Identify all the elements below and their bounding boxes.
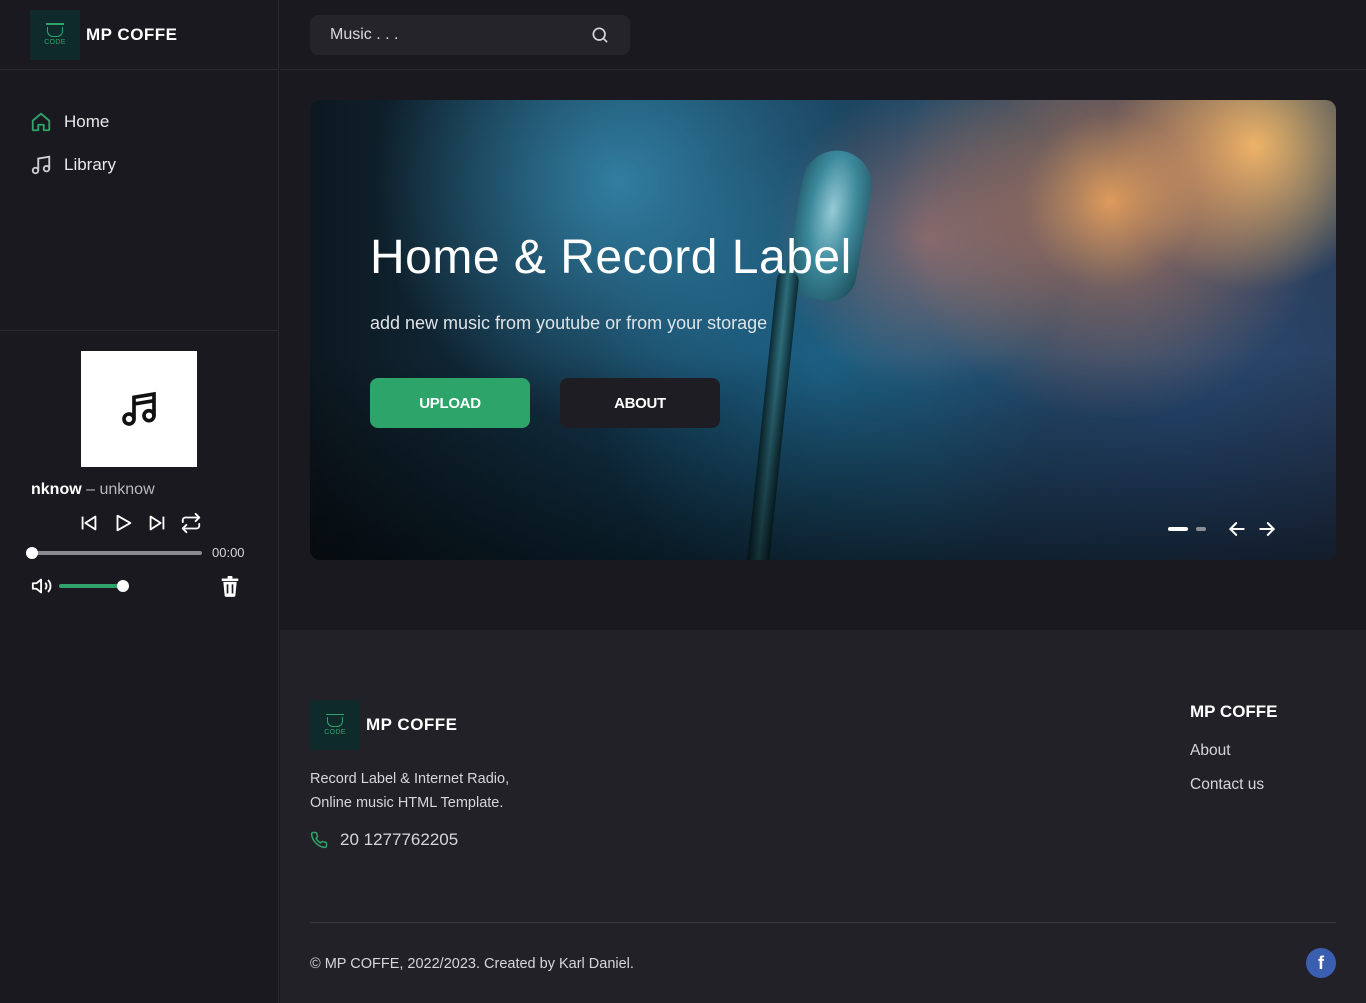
- volume-icon[interactable]: [31, 575, 53, 597]
- mini-player: nknow – unknow 00:00: [0, 330, 279, 598]
- player-controls: [77, 511, 279, 535]
- footer-desc-line: Record Label & Internet Radio,: [310, 771, 510, 787]
- app: CODE MP COFFE Home Library nknow – unkno…: [0, 0, 1366, 1003]
- hero-content: Home & Record Label add new music from y…: [370, 230, 852, 428]
- next-button[interactable]: [145, 511, 169, 535]
- sidebar-item-label: Library: [64, 154, 116, 174]
- footer-description: Record Label & Internet Radio, Online mu…: [310, 767, 509, 815]
- logo-text: CODE: [44, 38, 66, 46]
- seek-slider[interactable]: [26, 546, 202, 559]
- next-slide-button[interactable]: [1256, 518, 1278, 540]
- logo: CODE: [310, 700, 360, 750]
- upload-button[interactable]: UPLOAD: [370, 378, 530, 428]
- cup-icon: [46, 23, 64, 25]
- play-icon: [116, 514, 132, 532]
- topbar: [280, 0, 1366, 70]
- slider-controls: [1168, 518, 1278, 540]
- logo: CODE: [30, 9, 80, 60]
- sidebar: CODE MP COFFE Home Library nknow – unkno…: [0, 0, 279, 1003]
- about-button[interactable]: ABOUT: [560, 378, 720, 428]
- seek-knob[interactable]: [26, 546, 38, 559]
- footer-desc-line: Online music HTML Template.: [310, 795, 504, 811]
- hero-title: Home & Record Label: [370, 231, 852, 284]
- search-box[interactable]: [310, 14, 630, 55]
- prev-slide-button[interactable]: [1226, 518, 1248, 540]
- logo-text: CODE: [324, 729, 346, 737]
- repeat-button[interactable]: [179, 511, 203, 535]
- hero-subtitle: add new music from youtube or from your …: [370, 313, 768, 333]
- slide-indicator[interactable]: [1196, 527, 1206, 531]
- copyright: © MP COFFE, 2022/2023. Created by Karl D…: [310, 956, 634, 972]
- track-info: nknow – unknow: [31, 481, 279, 499]
- volume-slider[interactable]: [59, 580, 129, 592]
- progress-row: 00:00: [26, 545, 279, 560]
- previous-button[interactable]: [77, 511, 101, 535]
- brand[interactable]: CODE MP COFFE: [0, 0, 278, 70]
- footer-brand[interactable]: CODE MP COFFE: [310, 700, 458, 750]
- phone-icon: [310, 831, 328, 849]
- facebook-icon[interactable]: f: [1306, 948, 1336, 978]
- delete-button[interactable]: [219, 574, 241, 598]
- footer-brand-name: MP COFFE: [366, 715, 458, 734]
- volume-knob[interactable]: [117, 580, 129, 592]
- footer-phone[interactable]: 20 1277762205: [310, 830, 458, 850]
- track-artist: unknow: [99, 481, 155, 498]
- music-note-icon: [122, 391, 156, 426]
- current-time: 00:00: [212, 545, 245, 560]
- track-separator: –: [86, 481, 96, 498]
- hero-banner: Home & Record Label add new music from y…: [310, 100, 1336, 560]
- sidebar-item-label: Home: [64, 111, 110, 131]
- sidebar-item-library[interactable]: Library: [30, 143, 278, 186]
- search-icon[interactable]: [590, 25, 610, 45]
- footer-link-contact[interactable]: Contact us: [1190, 776, 1278, 794]
- track-title: nknow: [31, 481, 82, 498]
- sidebar-nav: Home Library: [0, 70, 278, 186]
- album-art: [81, 351, 197, 467]
- footer-links: MP COFFE About Contact us: [1190, 702, 1278, 810]
- skip-back-icon: [81, 515, 97, 531]
- brand-name: MP COFFE: [86, 24, 178, 44]
- phone-number: 20 1277762205: [340, 830, 459, 849]
- sidebar-item-home[interactable]: Home: [30, 100, 278, 143]
- repeat-icon: [181, 512, 201, 534]
- music-note-icon: [31, 155, 51, 174]
- home-icon: [31, 112, 51, 131]
- play-button[interactable]: [111, 511, 135, 535]
- arrow-left-icon: [1229, 522, 1245, 536]
- footer-link-about[interactable]: About: [1190, 742, 1278, 760]
- footer-divider: [310, 922, 1336, 923]
- hero-buttons: UPLOAD ABOUT: [370, 378, 852, 428]
- arrow-right-icon: [1259, 522, 1275, 536]
- slide-indicator-active[interactable]: [1168, 527, 1188, 531]
- cup-icon: [326, 713, 344, 716]
- trash-icon: [221, 576, 239, 597]
- search-input[interactable]: [330, 25, 590, 44]
- footer: CODE MP COFFE Record Label & Internet Ra…: [280, 630, 1366, 1003]
- footer-col-title: MP COFFE: [1190, 702, 1278, 721]
- volume-row: [31, 574, 279, 598]
- skip-forward-icon: [149, 515, 165, 531]
